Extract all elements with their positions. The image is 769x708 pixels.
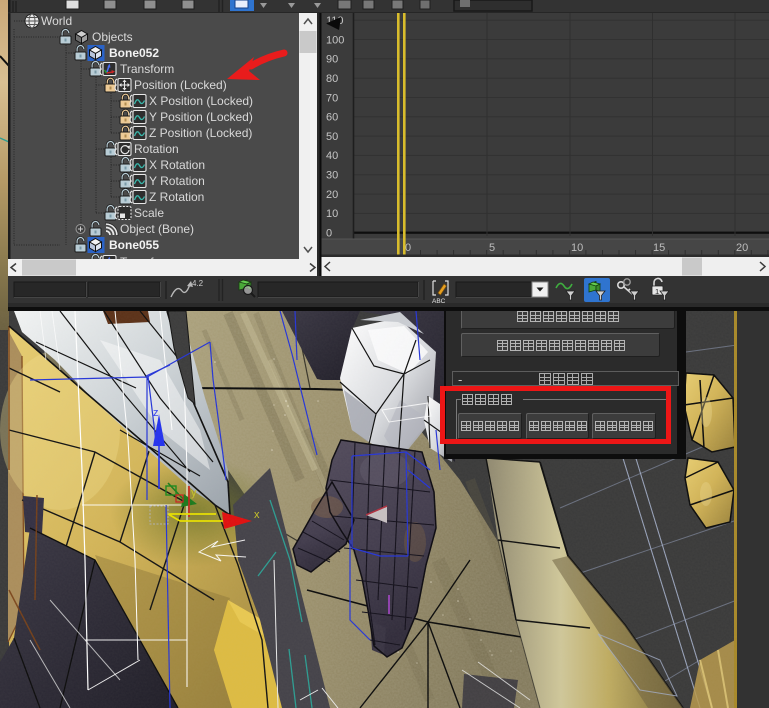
svg-text:Object (Bone): Object (Bone) [120, 222, 194, 236]
svg-text:Scale: Scale [134, 206, 164, 220]
svg-text:10: 10 [326, 208, 338, 220]
svg-text:10: 10 [571, 242, 583, 254]
svg-text:100: 100 [326, 34, 344, 46]
svg-text:Position (Locked): Position (Locked) [134, 78, 227, 92]
svg-text:Rotation: Rotation [134, 142, 179, 156]
svg-text:30: 30 [326, 170, 338, 182]
svg-text:Y Rotation: Y Rotation [149, 174, 205, 188]
svg-text:0: 0 [326, 228, 332, 240]
svg-text:50: 50 [326, 131, 338, 143]
svg-text:0: 0 [405, 242, 411, 254]
svg-text:Z Position (Locked): Z Position (Locked) [149, 126, 252, 140]
svg-text:Bone052: Bone052 [109, 46, 159, 60]
svg-text:X Position (Locked): X Position (Locked) [149, 94, 253, 108]
svg-text:15: 15 [653, 242, 665, 254]
svg-text:20: 20 [326, 189, 338, 201]
svg-text:80: 80 [326, 73, 338, 85]
svg-text:X Rotation: X Rotation [149, 158, 205, 172]
svg-text:Transform: Transform [120, 62, 174, 76]
svg-text:20: 20 [736, 242, 748, 254]
svg-text:World: World [41, 14, 72, 28]
svg-text:90: 90 [326, 54, 338, 66]
svg-text:1: 1 [655, 287, 659, 296]
svg-text:60: 60 [326, 112, 338, 124]
svg-text:Bone055: Bone055 [109, 238, 159, 252]
svg-text:70: 70 [326, 92, 338, 104]
svg-text:Objects: Objects [92, 30, 133, 44]
svg-text:Y Position (Locked): Y Position (Locked) [149, 110, 253, 124]
svg-text:4.2: 4.2 [192, 279, 204, 288]
svg-text:40: 40 [326, 150, 338, 162]
svg-text:5: 5 [489, 242, 495, 254]
svg-text:Z Rotation: Z Rotation [149, 190, 204, 204]
